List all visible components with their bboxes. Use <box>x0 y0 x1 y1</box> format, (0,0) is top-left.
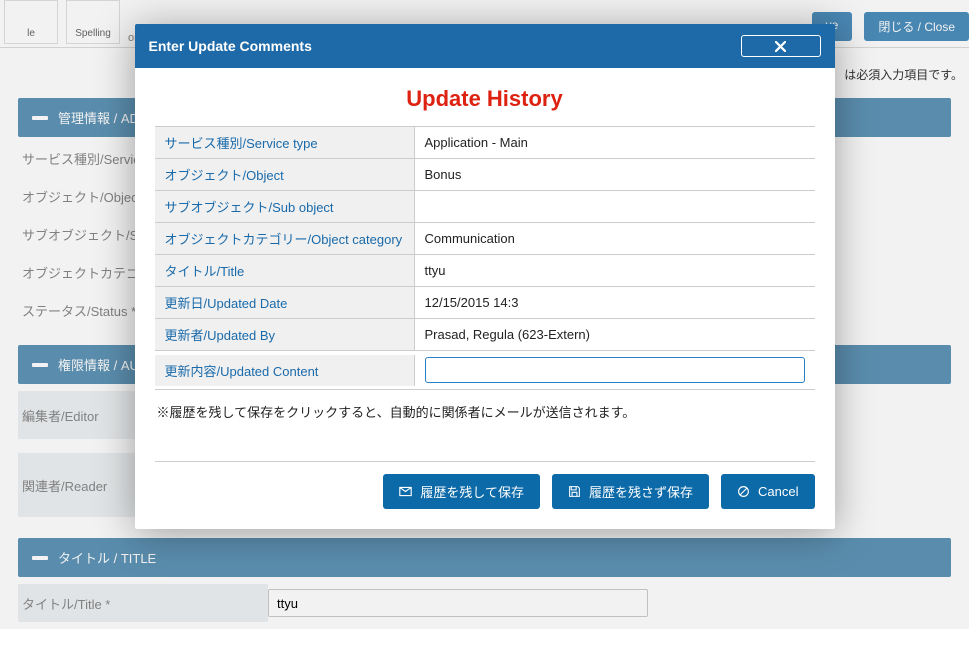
mlbl-by: 更新者/Updated By <box>155 319 415 350</box>
mval-object: Bonus <box>415 161 815 188</box>
mlbl-content: 更新内容/Updated Content <box>155 355 415 386</box>
mval-cat: Communication <box>415 225 815 252</box>
mval-date: 12/15/2015 14:3 <box>415 289 815 316</box>
modal-header: Enter Update Comments <box>135 24 835 68</box>
modal: Enter Update Comments Update History サービ… <box>135 24 835 529</box>
cancel-button[interactable]: Cancel <box>721 474 814 509</box>
modal-title: Update History <box>155 86 815 112</box>
mail-icon <box>399 485 412 498</box>
save-icon <box>568 485 581 498</box>
mval-by: Prasad, Regula (623-Extern) <box>415 321 815 348</box>
modal-note: ※履歴を残して保存をクリックすると、自動的に関係者にメールが送信されます。 <box>157 402 813 421</box>
mlbl-service: サービス種別/Service type <box>155 127 415 158</box>
mlbl-sub: サブオブジェクト/Sub object <box>155 191 415 222</box>
mlbl-object: オブジェクト/Object <box>155 159 415 190</box>
mval-title: ttyu <box>415 257 815 284</box>
mlbl-title: タイトル/Title <box>155 255 415 286</box>
modal-table: サービス種別/Service typeApplication - Main オブ… <box>155 126 815 390</box>
close-icon[interactable] <box>741 35 821 57</box>
mval-sub <box>415 201 815 213</box>
cancel-icon <box>737 485 750 498</box>
save-with-history-button[interactable]: 履歴を残して保存 <box>383 474 540 509</box>
save-without-history-button[interactable]: 履歴を残さず保存 <box>552 474 709 509</box>
modal-header-title: Enter Update Comments <box>149 38 312 54</box>
mval-service: Application - Main <box>415 129 815 156</box>
updated-content-input[interactable] <box>425 357 805 383</box>
divider <box>155 461 815 462</box>
mlbl-date: 更新日/Updated Date <box>155 287 415 318</box>
mlbl-cat: オブジェクトカテゴリー/Object category <box>155 223 415 254</box>
